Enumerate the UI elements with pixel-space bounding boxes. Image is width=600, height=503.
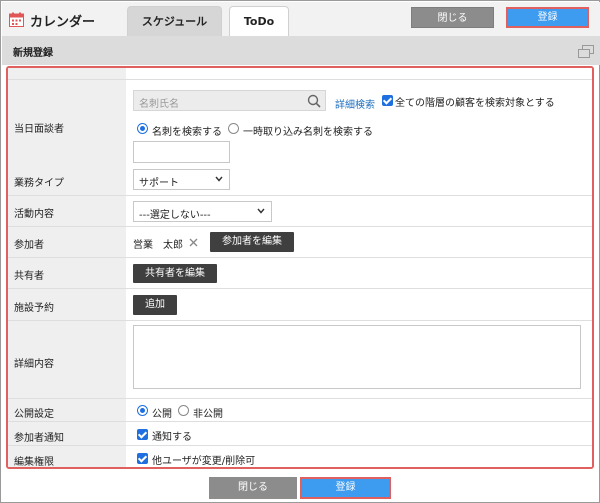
activity-value: ---選定しない--- (139, 210, 211, 221)
radio-search-temp-label: 一時取り込み名刺を検索する (243, 127, 373, 138)
form-row-edit-permission: 編集権限 他ユーザが変更/削除可 (8, 446, 592, 468)
all-levels-label: 全ての階層の顧客を検索対象とする (395, 98, 555, 109)
form-row-activity: 活動内容 ---選定しない--- (8, 196, 592, 227)
header-save-button[interactable]: 登録 (506, 7, 589, 28)
section-bar: 新規登録 (2, 36, 600, 65)
form-row-details: 詳細内容 (8, 321, 592, 399)
window-icon[interactable] (578, 45, 594, 58)
participants-label: 参加者 (14, 240, 44, 251)
business-type-value: サポート (139, 178, 179, 189)
details-textarea[interactable] (133, 325, 581, 389)
header-close-button[interactable]: 閉じる (411, 7, 494, 28)
radio-search-card[interactable] (137, 123, 148, 134)
notify-option-label: 通知する (152, 432, 192, 443)
all-levels-checkbox[interactable] (382, 95, 393, 106)
close-icon[interactable] (189, 238, 198, 247)
form-row-visibility: 公開設定 公開 非公開 (8, 399, 592, 422)
search-icon[interactable] (307, 94, 321, 108)
radio-private[interactable] (178, 405, 189, 416)
footer-save-button[interactable]: 登録 (300, 477, 391, 499)
edit-permission-option-label: 他ユーザが変更/削除可 (152, 456, 256, 467)
add-facility-button[interactable]: 追加 (133, 295, 177, 315)
form-row-business-type: 業務タイプ サポート (8, 165, 592, 196)
radio-public[interactable] (137, 405, 148, 416)
form-row-notify: 参加者通知 通知する (8, 422, 592, 446)
tab-todo[interactable]: ToDo (229, 6, 289, 37)
chevron-down-icon (215, 176, 223, 182)
form-row-participants: 参加者 営業 太郎 参加者を編集 (8, 227, 592, 258)
activity-select[interactable]: ---選定しない--- (133, 201, 272, 222)
edit-sharers-button[interactable]: 共有者を編集 (133, 264, 217, 283)
activity-label: 活動内容 (14, 209, 54, 220)
chevron-down-icon (257, 208, 265, 214)
notify-label: 参加者通知 (14, 433, 64, 444)
radio-public-label: 公開 (152, 409, 172, 420)
form-row-interviewee: 当日面談者 名刺氏名 詳細検索 全ての階層の顧客を検索対象とする 名刺を検索する… (8, 80, 592, 177)
sharers-label: 共有者 (14, 271, 44, 282)
interviewee-extra-input[interactable] (133, 141, 230, 163)
radio-search-temp[interactable] (228, 123, 239, 134)
card-search-input[interactable]: 名刺氏名 (133, 90, 326, 111)
details-label: 詳細内容 (14, 359, 54, 370)
visibility-label: 公開設定 (14, 409, 54, 420)
tab-schedule[interactable]: スケジュール (127, 6, 222, 37)
edit-permission-checkbox[interactable] (137, 453, 148, 464)
form-area: 当日面談者 名刺氏名 詳細検索 全ての階層の顧客を検索対象とする 名刺を検索する… (6, 66, 594, 469)
form-row-clipped (8, 68, 592, 80)
notify-checkbox[interactable] (137, 429, 148, 440)
section-title: 新規登録 (13, 48, 53, 59)
app-title: カレンダー (30, 15, 96, 30)
footer-close-button[interactable]: 閉じる (209, 477, 297, 499)
radio-search-card-label: 名刺を検索する (152, 127, 222, 138)
edit-participants-button[interactable]: 参加者を編集 (210, 232, 294, 252)
business-type-select[interactable]: サポート (133, 169, 230, 190)
card-search-placeholder: 名刺氏名 (139, 99, 179, 110)
calendar-icon (9, 12, 24, 27)
edit-permission-label: 編集権限 (14, 457, 54, 468)
form-row-facility: 施設予約 追加 (8, 289, 592, 321)
form-row-sharers: 共有者 共有者を編集 (8, 258, 592, 289)
interviewee-label: 当日面談者 (14, 124, 64, 135)
radio-private-label: 非公開 (193, 409, 223, 420)
detail-search-link[interactable]: 詳細検索 (335, 96, 375, 111)
participant-name: 営業 太郎 (133, 240, 183, 251)
facility-label: 施設予約 (14, 303, 54, 314)
header: カレンダー スケジュール ToDo 閉じる 登録 (2, 2, 600, 37)
business-type-label: 業務タイプ (14, 178, 64, 189)
app-window: カレンダー スケジュール ToDo 閉じる 登録 新規登録 当日面談者 名刺氏名 (0, 0, 600, 503)
